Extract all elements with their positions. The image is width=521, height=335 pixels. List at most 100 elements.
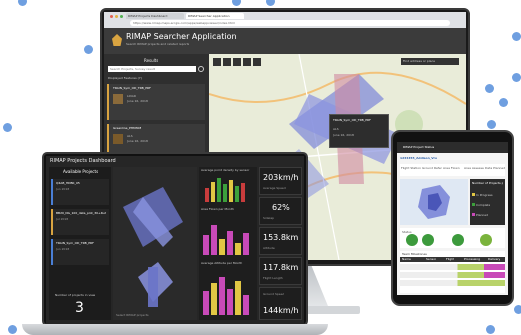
result-type: ALS [127,134,133,138]
tablet-title: RIMAP Project Status [403,145,435,149]
table-row[interactable] [400,272,505,278]
area-flown-chart [203,225,249,255]
map-note: Select RIMAP projects [116,313,149,317]
result-type: LiDAR [127,94,136,98]
result-title: Greenline_PHM308 [113,126,142,130]
background-dot [499,98,508,107]
window-dot-icon[interactable] [110,15,113,18]
status-circle [422,234,434,246]
legend-button[interactable] [253,58,261,66]
projects-list: Available Projects Q4AB_HDBK_05 Jun 2018… [49,167,111,320]
kpi-tile: 144km/h Ground Speed [259,287,302,320]
table-row[interactable] [400,280,505,286]
background-dot [487,120,496,129]
popup-type: ALS [333,127,339,131]
tablet-header: RIMAP Project Status [397,142,508,153]
zoom-in-button[interactable] [213,58,221,66]
status-circle [452,234,464,246]
count-value: 3 [75,300,84,316]
popup-title: TRAIN_Sym_OD_TRB_PRF [333,118,371,122]
chart-title: Average point density by sensor [201,168,250,172]
count-label: Number of projects in view [55,293,96,297]
browser-tab[interactable]: RIMAP Projects Dashboard [126,13,184,19]
project-thumbnail-icon [113,134,123,144]
search-icon[interactable] [198,66,204,72]
dashboard-title: RIMAP Projects Dashboard [50,158,116,164]
background-dot [3,123,12,132]
project-item[interactable]: Q4AB_HDBK_05 Jun 2018 [51,179,109,205]
laptop-base [22,324,328,335]
status-circle [480,234,492,246]
kpi-label: Flight Length [263,276,283,280]
panel-title: Results [144,58,159,63]
kpi-tile: 62% Sidelap [259,197,302,225]
column-header: Delivery [488,257,501,261]
result-date: June 16, 2018 [127,99,148,103]
charts-column: Average point density by sensor Area Flo… [199,167,257,320]
chart-title: Area Flown per Month [201,207,234,211]
kpi-row: Flight Stations Ground Reference Area Fl… [400,164,505,176]
kpi-value: 117.8km [263,263,299,272]
legend-swatch [472,213,475,216]
background-dot [486,325,495,334]
window-dot-icon[interactable] [115,15,118,18]
progress-circles: Status [400,228,505,248]
background-dot [266,0,275,6]
table-title: Team Milestones [402,252,427,256]
legend-title: Number of Projects per Category [472,181,503,185]
dashboard-screen: RIMAP Projects Dashboard Available Proje… [46,156,304,324]
browser-bar: RIMAP Projects Dashboard RIMAP Searcher … [104,12,466,28]
app-header: RIMAP Searcher Application Search RIMAP … [104,28,466,54]
kpi-label: Data Planned [485,166,505,170]
table-header: Name Sensor Flight Processing Delivery [400,257,505,262]
measure-button[interactable] [243,58,251,66]
kpi-tile: 153.8km Altitude [259,227,302,255]
kpi-label: Area Flown [443,166,460,170]
project-date: Jun 2018 [56,247,70,251]
chart-title: Average Altitude per Month [201,261,243,265]
kpi-label: Ground Reference [422,166,442,170]
project-item[interactable]: TRAIN_Sym_OD_TRB_PRF Jun 2018 [51,239,109,265]
address-bar[interactable]: https://www.rimap.maps.arcgis.com/apps/w… [130,20,450,26]
status-map[interactable] [400,179,468,225]
kpi-value: 62% [272,203,290,212]
column-header: Flight [446,257,455,261]
project-item[interactable]: BB20_NG_100_data_plot_30+4L2 Jul 2018 [51,209,109,235]
app-title: RIMAP Searcher Application [126,32,237,41]
kpi-label: Flight Stations [401,166,421,170]
project-date: Jul 2018 [56,217,69,221]
app-subtitle: Search RIMAP projects and related report… [126,42,190,46]
search-input[interactable]: Search Projects, Survey result [108,66,196,72]
dashboard-map-canvas [123,187,183,307]
map-search-input[interactable]: Find address or place [401,58,459,65]
kpi-value: 144km/h [263,306,299,315]
project-name: BB20_NG_100_data_plot_30+4L2 [56,211,107,215]
kpi-tile: 117.8km Flight Length [259,257,302,285]
kpi-value: 203km/h [263,173,299,182]
window-dot-icon[interactable] [120,15,123,18]
result-item[interactable]: TRAIN_Sym_OD_TRB_PRF LiDAR June 16, 2018 [107,84,205,120]
kpi-label: Altitude [263,246,275,250]
sensor-bar-chart [205,178,245,202]
kpi-column: 203km/h Average Speed 62% Sidelap 153.8k… [259,167,302,320]
rimap-logo-icon [112,34,122,46]
popup-date: June 16, 2018 [333,133,354,137]
table-row[interactable] [400,264,505,270]
kpi-label: Sidelap [263,216,275,220]
project-status-screen: RIMAP Project Status 1234455_Addison_Vro… [397,142,508,295]
milestones-table: Team Milestones Name Sensor Flight Proce… [400,251,505,293]
legend-item: In Progress [476,193,493,197]
home-button[interactable] [223,58,231,66]
background-dot [514,305,521,314]
layers-button[interactable] [233,58,241,66]
project-name: Q4AB_HDBK_05 [56,181,80,185]
background-dot [512,73,521,82]
browser-tab-active[interactable]: RIMAP Searcher Application [186,13,244,19]
status-map-canvas [418,185,450,219]
kpi-label: Ground Speed [263,292,285,296]
column-header: Name [402,257,411,261]
dashboard-map[interactable]: Select RIMAP projects [113,167,197,320]
background-dot [512,32,521,41]
status-circle [406,234,418,246]
project-thumbnail-icon [113,94,123,104]
